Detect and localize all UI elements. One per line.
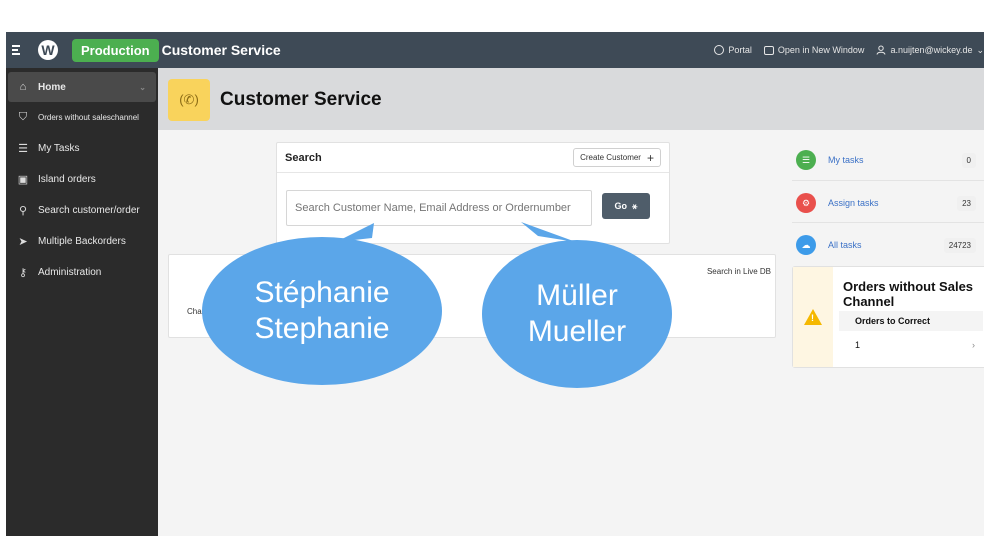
task-row-all-tasks[interactable]: ☁ All tasks 24723 — [796, 235, 976, 255]
portal-link[interactable]: Portal — [714, 45, 752, 55]
plus-icon: + — [646, 150, 654, 165]
app-logo[interactable]: W — [38, 40, 58, 60]
go-label: Go — [614, 201, 628, 211]
table-row[interactable]: 1 › — [839, 335, 983, 355]
top-navigation-bar: W Production Customer Service Portal Ope… — [6, 32, 984, 68]
bubble-right-line2: Mueller — [527, 315, 627, 348]
go-button[interactable]: Go ⚹ — [602, 193, 650, 219]
sidebar-item-label: My Tasks — [38, 143, 80, 154]
sidebar-item-my-tasks[interactable]: ☰ My Tasks — [6, 133, 158, 164]
search-live-db-label[interactable]: Search in Live DB — [707, 267, 771, 276]
list-icon: ☰ — [18, 143, 28, 155]
gift-icon: ▣ — [17, 174, 29, 186]
search-icon: ⚲ — [18, 205, 28, 217]
task-divider — [792, 222, 984, 223]
shield-icon: ⛉ — [18, 111, 28, 123]
sidebar-item-label: Administration — [38, 267, 102, 278]
user-label: a.nuijten@wickey.de — [890, 45, 973, 55]
menu-toggle-icon[interactable] — [12, 42, 32, 58]
chevron-right-icon: › — [972, 340, 975, 350]
page-title: Customer Service — [220, 89, 382, 110]
task-row-my-tasks[interactable]: ☰ My tasks 0 — [796, 150, 976, 170]
top-right-menu: Portal Open in New Window a.nuijten@wick… — [714, 32, 984, 68]
sidebar-item-orders-without-saleschannel[interactable]: ⛉ Orders without saleschannel — [6, 102, 158, 133]
environment-badge: Production — [72, 38, 159, 62]
gear-icon: ⚙ — [796, 193, 816, 213]
sidebar-item-administration[interactable]: ⚷ Administration — [6, 257, 158, 288]
orders-without-channel-card: ! Orders without Sales Channel Orders to… — [792, 266, 984, 368]
sidebar-item-search-customer-order[interactable]: ⚲ Search customer/order — [6, 195, 158, 226]
create-customer-button[interactable]: Create Customer + — [573, 148, 661, 167]
task-count-badge: 0 — [961, 152, 976, 168]
page-header: (✆) Customer Service — [158, 68, 984, 130]
task-label[interactable]: My tasks — [828, 155, 962, 165]
sidebar-item-label: Search customer/order — [38, 205, 140, 216]
sidebar-item-label: Multiple Backorders — [38, 236, 126, 247]
app-title[interactable]: Customer Service — [162, 42, 281, 58]
user-key-icon: ⚷ — [18, 267, 28, 279]
cloud-icon: ☁ — [796, 235, 816, 255]
task-label[interactable]: All tasks — [828, 240, 944, 250]
new-window-icon — [763, 45, 774, 55]
portal-label: Portal — [728, 45, 752, 55]
user-menu[interactable]: a.nuijten@wickey.de ⌄ — [876, 45, 984, 56]
home-icon: ⌂ — [19, 81, 27, 93]
globe-icon — [714, 45, 725, 55]
bubble-left-line2: Stephanie — [254, 312, 390, 345]
phone-ringing-icon: (✆) — [168, 79, 210, 121]
task-label[interactable]: Assign tasks — [828, 198, 957, 208]
warning-icon: ! — [804, 309, 822, 325]
annotation-bubble-left: Stéphanie Stephanie — [202, 237, 442, 385]
sidebar-item-multiple-backorders[interactable]: ➤ Multiple Backorders — [6, 226, 158, 257]
column-header: Orders to Correct — [839, 311, 983, 331]
sidebar-item-label: Orders without saleschannel — [38, 113, 139, 122]
sidebar-item-home[interactable]: ⌂ Home ⌄ — [8, 72, 156, 102]
search-input[interactable] — [286, 190, 592, 226]
sidebar-item-label: Home — [38, 81, 66, 93]
user-icon — [876, 45, 886, 55]
annotation-bubble-right: Müller Mueller — [482, 240, 672, 388]
task-divider — [792, 180, 984, 181]
task-count-badge: 23 — [957, 195, 976, 211]
send-icon: ➤ — [18, 236, 28, 248]
card-title: Orders without Sales Channel — [843, 279, 974, 309]
warning-strip: ! — [793, 267, 833, 367]
chevron-down-icon: ⌄ — [976, 44, 984, 55]
chevron-down-icon: ⌄ — [139, 82, 146, 92]
wand-icon: ⚹ — [632, 200, 638, 211]
list-icon: ☰ — [796, 150, 816, 170]
orders-to-correct-value: 1 — [855, 340, 861, 350]
open-window-label: Open in New Window — [777, 45, 865, 55]
sidebar-item-island-orders[interactable]: ▣ Island orders — [6, 164, 158, 195]
task-count-badge: 24723 — [943, 237, 976, 253]
bubble-left-line1: Stéphanie — [254, 276, 390, 309]
sidebar-item-label: Island orders — [38, 174, 96, 185]
app-window: W Production Customer Service Portal Ope… — [6, 32, 984, 536]
task-row-assign-tasks[interactable]: ⚙ Assign tasks 23 — [796, 193, 976, 213]
create-customer-label: Create Customer — [580, 153, 641, 162]
open-new-window-link[interactable]: Open in New Window — [763, 45, 865, 55]
sidebar: ⌂ Home ⌄ ⛉ Orders without saleschannel ☰… — [6, 68, 158, 536]
search-region: Search Create Customer + Go ⚹ — [276, 142, 670, 244]
bubble-right-line1: Müller — [536, 279, 618, 312]
